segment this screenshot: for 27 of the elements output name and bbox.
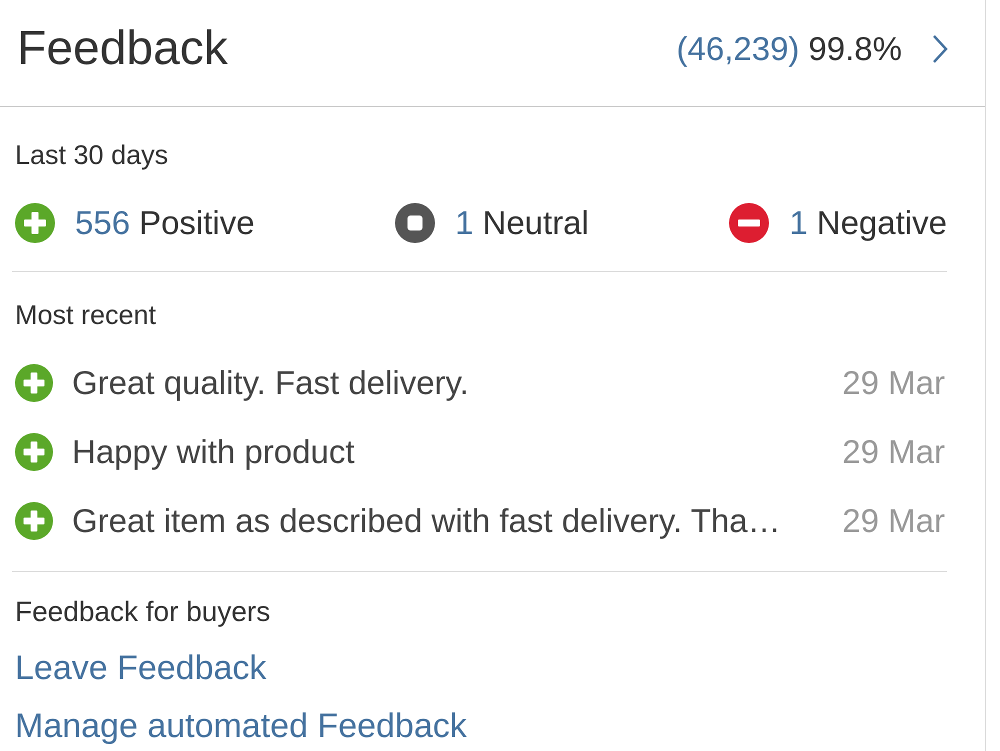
rating-count-link[interactable]: 556 (75, 203, 130, 243)
minus-circle-icon (729, 203, 770, 243)
rating-label: Neutral (482, 203, 589, 243)
feedback-score: 99.8% (808, 29, 902, 69)
section-label: Last 30 days (15, 140, 168, 170)
section-label: Most recent (15, 300, 156, 330)
plus-circle-icon (15, 364, 53, 402)
section-label: Feedback for buyers (15, 597, 270, 627)
plus-circle-icon (15, 502, 53, 540)
rating-count-link[interactable]: 1 (789, 203, 808, 243)
feedback-date: 29 Mar (841, 432, 945, 472)
rating-label: Negative (816, 203, 947, 243)
feedback-link[interactable]: Leave Feedback (15, 649, 266, 687)
feedback-date: 29 Mar (841, 500, 945, 540)
feedback-comment: Happy with product (72, 432, 354, 472)
rating-count-link[interactable]: 1 (455, 203, 474, 243)
panel-title: Feedback (17, 21, 228, 77)
feedback-link[interactable]: Manage automated Feedback (15, 707, 467, 745)
rating-label: Positive (139, 203, 255, 243)
feedback-date: 29 Mar (841, 362, 945, 402)
plus-circle-icon (15, 432, 53, 470)
feedback-comment: Great quality. Fast delivery. (72, 362, 469, 402)
feedback-comment: Great item as described with fast delivery. Tha… (72, 500, 781, 540)
feedback-count-link[interactable]: (46,239) (676, 29, 800, 69)
plus-circle-icon (15, 203, 55, 243)
chevron-right-icon[interactable] (932, 34, 948, 64)
square-circle-icon (395, 203, 436, 243)
